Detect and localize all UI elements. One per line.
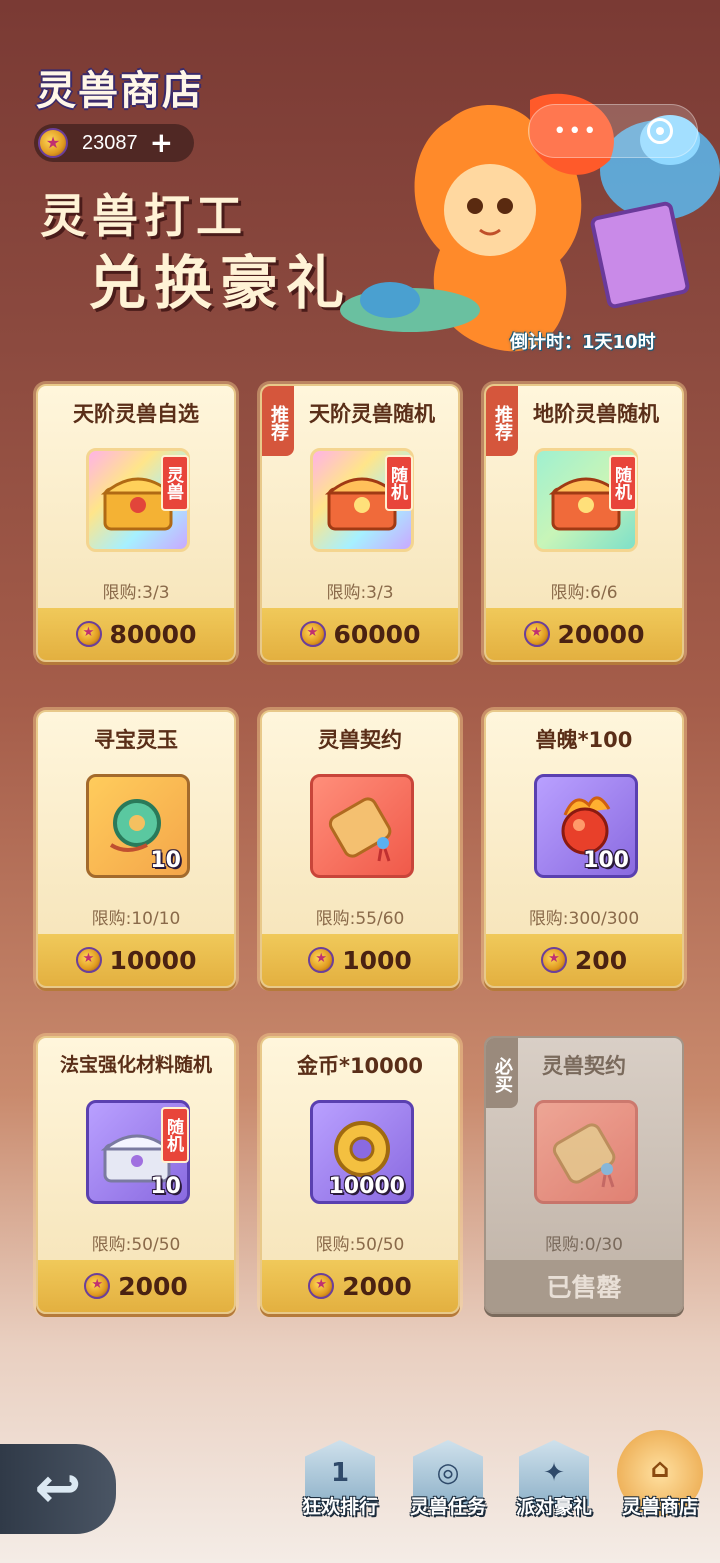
price-value: 2000	[118, 1271, 188, 1301]
nav-label: 灵兽商店	[621, 1496, 698, 1518]
item-name: 天阶灵兽随机	[309, 402, 435, 426]
item-badge: 随机	[161, 1107, 189, 1163]
item-badge: 随机	[385, 455, 413, 511]
shop-item-card[interactable]: 金币*10000 10000 限购:50/50 2000	[260, 1036, 460, 1314]
spirit-coin-icon	[523, 621, 550, 647]
contract-scroll-icon	[552, 1123, 616, 1188]
price-value: 10000	[109, 945, 197, 975]
spirit-coin-icon	[308, 947, 335, 973]
sold-out-label: 已售罄	[486, 1260, 682, 1312]
shop-item-card[interactable]: 法宝强化材料随机 随机 10 限购:50/50 2000	[36, 1036, 236, 1314]
item-icon-box	[534, 1100, 638, 1204]
item-badge: 灵兽	[161, 455, 189, 511]
price-value: 60000	[333, 619, 421, 649]
shop-item-card[interactable]: 推荐 地阶灵兽随机 随机 限购:6/6 20000	[484, 384, 684, 662]
countdown-timer: 倒计时：1天10时	[510, 332, 656, 353]
item-name: 天阶灵兽自选	[73, 402, 199, 426]
purchase-limit: 限购:50/50	[315, 1235, 405, 1255]
purchase-limit: 限购:10/10	[91, 909, 181, 929]
buy-button[interactable]: 200	[486, 934, 682, 986]
item-quantity: 100	[583, 848, 629, 873]
shop-item-card[interactable]: 天阶灵兽自选 灵兽 限购:3/3 80000	[36, 384, 236, 662]
back-arrow-icon: ↩	[34, 1456, 82, 1521]
spirit-coin-icon	[84, 1273, 111, 1299]
price-value: 80000	[109, 619, 197, 649]
item-name: 灵兽契约	[542, 1054, 626, 1078]
more-dots-icon[interactable]: •••	[553, 119, 598, 144]
price-value: 1000	[342, 945, 412, 975]
nav-carnival-ranking[interactable]: 1 狂欢排行	[288, 1440, 392, 1540]
buy-button[interactable]: 2000	[262, 1260, 458, 1312]
shop-item-card[interactable]: 寻宝灵玉 10 限购:10/10 10000	[36, 710, 236, 988]
item-icon-box: 随机	[310, 448, 414, 552]
shop-item-card[interactable]: 兽魄*100 100 限购:300/300 200	[484, 710, 684, 988]
item-name: 金币*10000	[296, 1054, 424, 1078]
spirit-coin-icon	[540, 947, 567, 973]
item-name: 寻宝灵玉	[94, 728, 178, 752]
currency-value: 23087	[82, 131, 138, 154]
shop-item-card[interactable]: 推荐 天阶灵兽随机 随机 限购:3/3 60000	[260, 384, 460, 662]
purchase-limit: 限购:50/50	[91, 1235, 181, 1255]
purchase-limit: 限购:6/6	[550, 583, 618, 603]
buy-button[interactable]: 20000	[486, 608, 682, 660]
spirit-coin-icon	[38, 128, 68, 158]
close-target-icon[interactable]	[646, 118, 673, 144]
item-name: 兽魄*100	[535, 728, 633, 752]
item-icon-box	[310, 774, 414, 878]
buy-button[interactable]: 2000	[38, 1260, 234, 1312]
currency-bar: 23087 +	[34, 124, 194, 162]
nav-beast-tasks[interactable]: ◎ 灵兽任务	[396, 1440, 500, 1540]
item-icon-box: 随机 10	[86, 1100, 190, 1204]
price-value: 200	[574, 945, 628, 975]
item-quantity: 10000	[328, 1174, 405, 1199]
buy-button[interactable]: 1000	[262, 934, 458, 986]
item-icon-box: 10000	[310, 1100, 414, 1204]
item-badge: 随机	[609, 455, 637, 511]
nav-label: 狂欢排行	[301, 1496, 378, 1518]
spirit-coin-icon	[308, 1273, 335, 1299]
item-name: 地阶灵兽随机	[533, 402, 659, 426]
item-name: 灵兽契约	[318, 728, 402, 752]
buy-button[interactable]: 60000	[262, 608, 458, 660]
item-icon-box: 灵兽	[86, 448, 190, 552]
item-icon-box: 100	[534, 774, 638, 878]
contract-scroll-icon	[328, 797, 392, 862]
item-name: 法宝强化材料随机	[59, 1054, 212, 1076]
bottom-navigation: ↩ 1 狂欢排行 ◎ 灵兽任务 ✦ 派对豪礼 ⌂ 灵兽商店	[0, 1430, 720, 1563]
nav-label: 灵兽任务	[409, 1496, 486, 1518]
spirit-coin-icon	[299, 621, 326, 647]
add-currency-button[interactable]: +	[150, 129, 173, 157]
shop-title: 灵兽商店	[36, 67, 204, 114]
price-value: 2000	[342, 1271, 412, 1301]
back-button[interactable]: ↩	[0, 1444, 116, 1534]
purchase-limit: 限购:55/60	[315, 909, 405, 929]
sold-out-text: 已售罄	[546, 1273, 622, 1302]
item-icon-box: 10	[86, 774, 190, 878]
price-value: 20000	[557, 619, 645, 649]
miniprogram-capsule[interactable]: •••	[528, 104, 698, 158]
item-quantity: 10	[150, 848, 181, 873]
shop-item-card[interactable]: 灵兽契约 限购:55/60 1000	[260, 710, 460, 988]
shop-item-card-sold-out: 必买 灵兽契约 限购:0/30 已售罄	[484, 1036, 684, 1314]
buy-button[interactable]: 10000	[38, 934, 234, 986]
nav-label: 派对豪礼	[515, 1496, 592, 1518]
spirit-coin-icon	[75, 621, 102, 647]
purchase-limit: 限购:0/30	[545, 1235, 623, 1255]
nav-beast-shop[interactable]: ⌂ 灵兽商店	[608, 1430, 712, 1540]
purchase-limit: 限购:3/3	[102, 583, 170, 603]
banner-title-line2: 兑换豪礼	[88, 249, 353, 317]
item-icon-box: 随机	[534, 448, 638, 552]
nav-party-gifts[interactable]: ✦ 派对豪礼	[502, 1440, 606, 1540]
purchase-limit: 限购:3/3	[326, 583, 394, 603]
purchase-limit: 限购:300/300	[528, 909, 640, 929]
buy-button[interactable]: 80000	[38, 608, 234, 660]
item-quantity: 10	[150, 1174, 181, 1199]
spirit-coin-icon	[75, 947, 102, 973]
